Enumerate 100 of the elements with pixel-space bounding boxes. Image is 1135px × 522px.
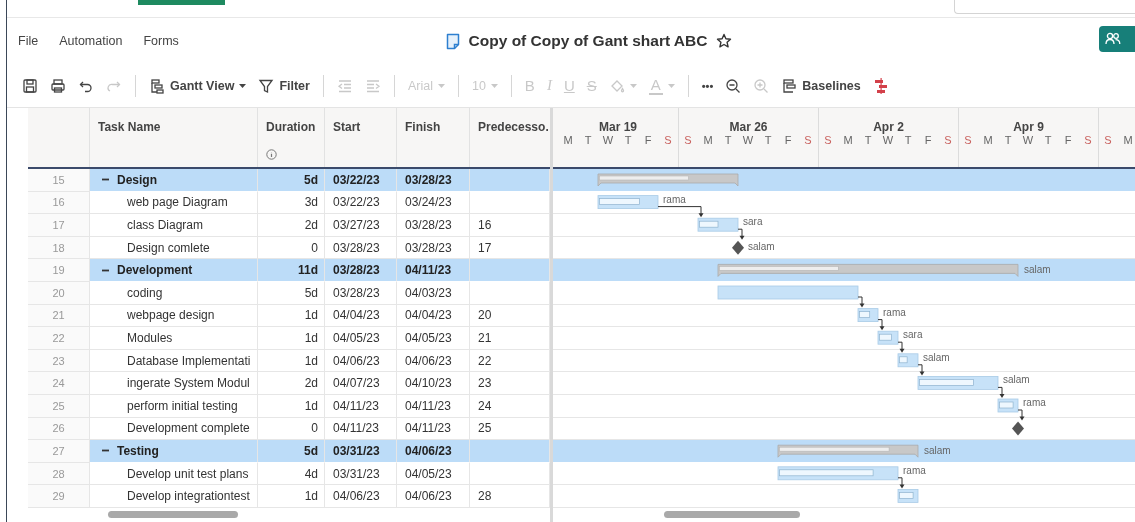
summary-bar[interactable] [597, 173, 739, 187]
task-bar[interactable] [717, 285, 859, 300]
day-letter: S [943, 134, 953, 146]
row-number: 29 [28, 485, 90, 508]
table-cell: 5d [258, 281, 325, 305]
document-icon [445, 32, 460, 50]
day-letter: S [683, 134, 693, 146]
scrollbar-thumb[interactable] [108, 510, 238, 518]
table-cell: 03/28/23 [325, 281, 397, 305]
task-name: ingerate System Modul [127, 376, 250, 391]
table-cell: 04/07/23 [325, 372, 397, 395]
scrollbar-thumb[interactable] [664, 510, 800, 518]
day-letter: S [803, 134, 813, 146]
dependency-arrow [897, 477, 905, 489]
baselines-button[interactable]: Baselines [775, 73, 867, 98]
dependency-arrow [997, 386, 1005, 398]
assignee-label: rama [903, 464, 926, 476]
row-number: 17 [28, 214, 90, 237]
caret-icon [667, 83, 675, 88]
day-letter: T [763, 134, 773, 146]
table-cell: 1d [258, 349, 325, 373]
table-cell: 03/28/23 [325, 259, 397, 282]
assignee-label: salam [1024, 263, 1051, 275]
table-cell: 04/10/23 [397, 372, 470, 395]
row-number: 26 [28, 417, 90, 441]
task-bar[interactable] [697, 217, 739, 232]
column-header[interactable]: Duration [266, 120, 316, 134]
menu-item[interactable]: Automation [59, 34, 123, 48]
week-label: Apr 9 [1013, 120, 1044, 134]
indent-icon [364, 77, 381, 94]
table-cell: 04/06/23 [397, 485, 470, 508]
input-field[interactable] [954, 0, 1135, 14]
column-header[interactable]: Predecesso. [478, 120, 549, 134]
milestone-diamond[interactable] [732, 240, 744, 255]
day-letter: W [881, 134, 895, 146]
milestone-diamond[interactable] [1012, 421, 1024, 436]
task-name: Design comlete [127, 240, 210, 255]
row-number: 15 [28, 169, 90, 192]
more-button[interactable]: ••• [695, 73, 720, 98]
task-bar[interactable] [897, 353, 919, 368]
star-icon[interactable] [716, 33, 733, 49]
task-bar[interactable] [777, 466, 899, 481]
column-header[interactable]: Task Name [98, 120, 161, 134]
info-icon[interactable] [266, 149, 277, 160]
row-number: 22 [28, 327, 90, 350]
caret-icon [239, 83, 247, 88]
table-cell: 04/03/23 [397, 281, 470, 305]
assignee-label: salam [1003, 374, 1030, 386]
task-name: perform initial testing [127, 398, 238, 413]
baselines-icon [781, 77, 798, 94]
table-cell: 03/28/23 [397, 214, 470, 237]
zoom-out-icon [725, 77, 742, 94]
task-bar[interactable] [897, 489, 919, 503]
task-name: Develop unit test plans [127, 466, 249, 481]
row-number: 25 [28, 394, 90, 418]
dependency-arrow [1017, 409, 1025, 421]
caret-icon [629, 83, 637, 88]
task-name: Development complete [127, 421, 250, 436]
sheet-title: Copy of Copy of Gant shart ABC [468, 32, 708, 50]
menu-item[interactable]: File [18, 34, 39, 48]
day-letter: M [842, 134, 854, 146]
task-name: Design [117, 172, 157, 187]
table-cell: 1d [258, 485, 325, 508]
task-bar[interactable] [857, 308, 879, 322]
task-name: web page Diagram [127, 195, 228, 210]
column-header[interactable]: Finish [405, 120, 441, 134]
day-letter: T [623, 134, 633, 146]
task-name: Testing [117, 443, 159, 458]
dependency-arrow [657, 206, 704, 218]
assignee-label: salam [923, 351, 950, 363]
view-menu[interactable]: Gantt View [143, 73, 253, 98]
table-cell: 04/05/23 [397, 327, 470, 350]
task-bar[interactable] [917, 376, 999, 390]
task-bar[interactable] [997, 398, 1019, 413]
task-bar[interactable] [597, 195, 659, 209]
task-bar[interactable] [877, 330, 899, 345]
row-number: 28 [28, 462, 90, 486]
day-letter: T [903, 134, 913, 146]
table-cell: 04/06/23 [325, 349, 397, 373]
row-number: 16 [28, 191, 90, 215]
day-letter: F [1063, 134, 1073, 146]
dependency-arrow [917, 364, 925, 376]
zoom-in-icon [753, 77, 770, 94]
task-name: Develop integrationtest [127, 489, 250, 504]
menu-item[interactable]: Forms [143, 34, 179, 48]
task-name: coding [127, 285, 163, 300]
table-cell: 3d [258, 191, 325, 215]
assignee-label: sara [903, 329, 923, 341]
day-letter: S [1083, 134, 1093, 146]
print-icon [50, 77, 66, 94]
table-cell: 04/06/23 [397, 349, 470, 373]
dependency-arrow [737, 228, 745, 240]
filter-button[interactable]: Filter [252, 73, 316, 98]
summary-bar[interactable] [717, 264, 1019, 277]
day-letter: F [783, 134, 793, 146]
column-header[interactable]: Start [333, 120, 361, 134]
share-button[interactable] [1099, 26, 1135, 52]
summary-bar[interactable] [777, 444, 919, 458]
week-label: Apr 2 [873, 120, 904, 134]
table-cell: 03/28/23 [397, 169, 470, 192]
